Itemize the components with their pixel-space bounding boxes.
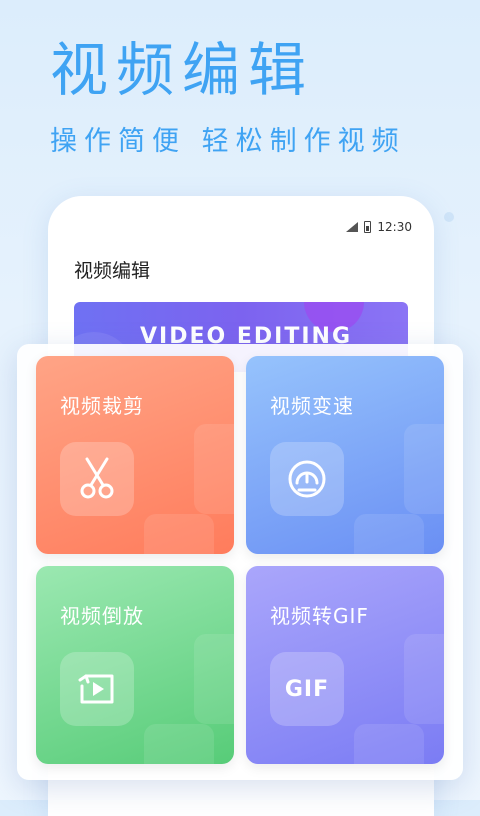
feature-label: 视频裁剪 xyxy=(60,394,144,418)
status-bar: 12:30 xyxy=(346,220,412,234)
phone-screen-title: 视频编辑 xyxy=(74,260,151,282)
feature-label: 视频转GIF xyxy=(270,604,369,628)
feature-card-video-trim[interactable]: 视频裁剪 xyxy=(36,356,234,554)
background-dot xyxy=(444,212,454,222)
card-decoration xyxy=(194,424,234,514)
card-decoration xyxy=(404,424,444,514)
card-decoration xyxy=(354,514,424,554)
status-time: 12:30 xyxy=(377,220,412,234)
hero-subtitle: 操作简便 轻松制作视频 xyxy=(50,126,406,157)
hero-title: 视频编辑 xyxy=(50,36,315,104)
card-decoration xyxy=(354,724,424,764)
feature-label: 视频倒放 xyxy=(60,604,144,628)
gif-icon-text: GIF xyxy=(284,676,330,702)
gif-icon: GIF xyxy=(270,652,344,726)
card-decoration xyxy=(144,724,214,764)
reverse-play-icon xyxy=(60,652,134,726)
card-decoration xyxy=(194,634,234,724)
feature-card-video-reverse[interactable]: 视频倒放 xyxy=(36,566,234,764)
scissors-icon xyxy=(60,442,134,516)
card-decoration xyxy=(144,514,214,554)
card-decoration xyxy=(404,634,444,724)
signal-icon xyxy=(346,222,359,232)
feature-card-video-speed[interactable]: 视频变速 xyxy=(246,356,444,554)
feature-panel: 视频裁剪 视频变速 视频倒放 视频转GIF GIF xyxy=(17,344,463,780)
speedometer-icon xyxy=(270,442,344,516)
feature-label: 视频变速 xyxy=(270,394,354,418)
feature-card-video-to-gif[interactable]: 视频转GIF GIF xyxy=(246,566,444,764)
battery-icon xyxy=(364,221,372,233)
